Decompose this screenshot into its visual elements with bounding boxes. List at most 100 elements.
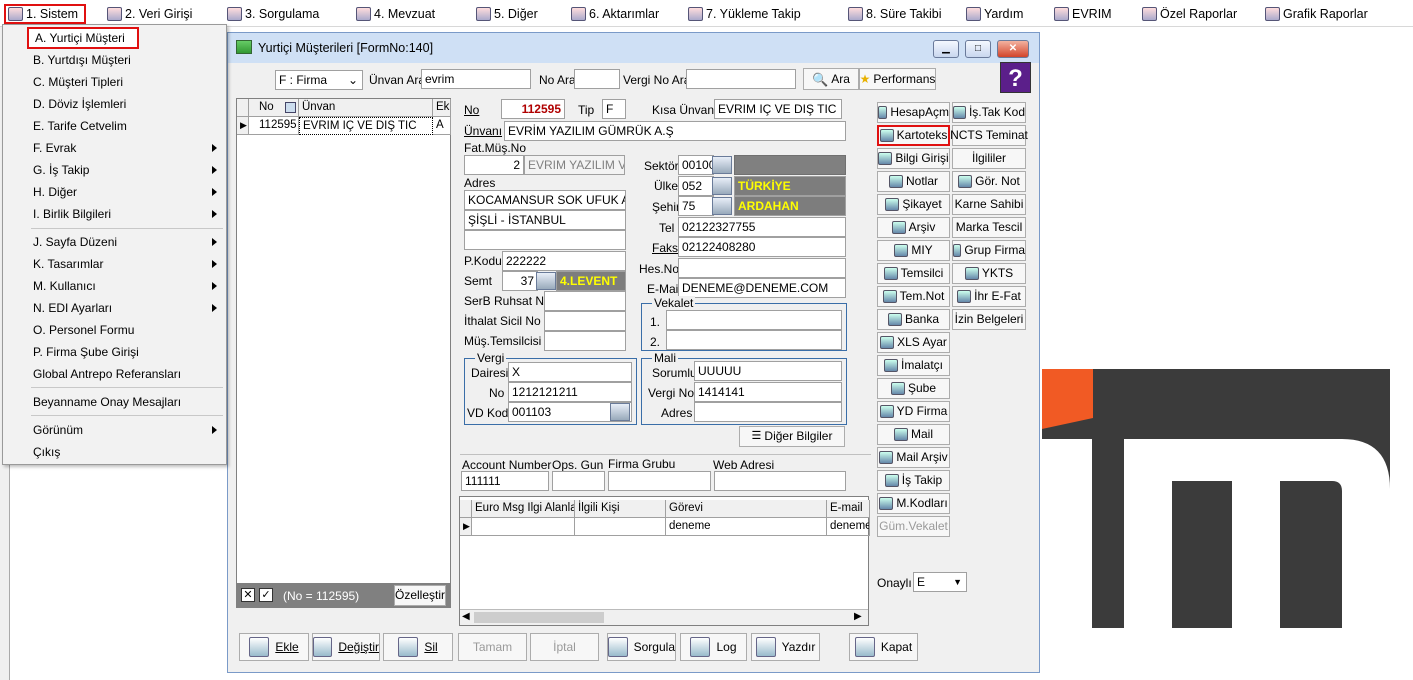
hes-no-field[interactable] — [678, 258, 846, 278]
toolbar-button-4[interactable]: İptal — [530, 633, 599, 661]
toolbar-button-2[interactable]: Sil — [383, 633, 453, 661]
tip-field[interactable]: F — [602, 99, 626, 119]
vergi-search-input[interactable] — [686, 69, 796, 89]
faks-field[interactable]: 02122408280 — [678, 237, 846, 257]
fat-mus-no-field[interactable]: 2 — [464, 155, 524, 175]
side-button-7[interactable]: Temsilci — [877, 263, 950, 284]
unvan-search-input[interactable]: evrim — [421, 69, 531, 89]
sektor-code-field[interactable]: 00100 — [678, 155, 714, 175]
menu-evrim[interactable]: EVRIM — [1054, 4, 1112, 24]
sysmenu-item-17[interactable]: Görünüm — [3, 419, 226, 441]
side-button-4[interactable]: Şikayet — [877, 194, 950, 215]
menu-transfer[interactable]: 6. Aktarımlar — [571, 4, 659, 24]
side-button-right-9[interactable]: İzin Belgeleri — [952, 309, 1026, 330]
menu-books[interactable]: 4. Mevzuat — [356, 4, 435, 24]
mus-temsilcisi-field[interactable] — [544, 331, 626, 351]
horizontal-scrollbar[interactable]: ◀ ▶ — [460, 609, 868, 625]
ops-gun-field[interactable] — [552, 471, 605, 491]
side-button-0[interactable]: HesapAçm — [877, 102, 950, 123]
sysmenu-item-5[interactable]: F. Evrak — [3, 137, 226, 159]
filter-icon[interactable] — [285, 102, 296, 113]
toolbar-button-1[interactable]: Değiştir — [312, 633, 380, 661]
sysmenu-item-14[interactable]: P. Firma Şube Girişi — [3, 341, 226, 363]
vekalet-2-field[interactable] — [666, 330, 842, 350]
unvan-field[interactable]: EVRİM YAZILIM GÜMRÜK A.Ş — [504, 121, 846, 141]
sysmenu-item-15[interactable]: Global Antrepo Referansları — [3, 363, 226, 385]
customer-no-field[interactable]: 112595 — [501, 99, 565, 119]
side-button-10[interactable]: XLS Ayar — [877, 332, 950, 353]
tel-field[interactable]: 02122327755 — [678, 217, 846, 237]
side-button-12[interactable]: Şube — [877, 378, 950, 399]
other-info-button[interactable]: ☰ Diğer Bilgiler — [739, 426, 845, 447]
scroll-left-icon[interactable]: ◀ — [462, 611, 470, 622]
menu-star[interactable]: Özel Raporlar — [1142, 4, 1237, 24]
sysmenu-item-1[interactable]: B. Yurtdışı Müşteri — [3, 49, 226, 71]
list-header-unvan[interactable]: Ünvan — [299, 99, 433, 117]
sysmenu-item-18[interactable]: Çıkış — [3, 441, 226, 463]
ulke-code-field[interactable]: 052 — [678, 176, 714, 196]
vd-kod-lookup-button[interactable] — [610, 403, 630, 421]
side-button-right-5[interactable]: Marka Tescil — [952, 217, 1026, 238]
mali-sorumlu-field[interactable]: UUUUU — [694, 361, 842, 381]
sysmenu-item-12[interactable]: N. EDI Ayarları — [3, 297, 226, 319]
side-button-9[interactable]: Banka — [877, 309, 950, 330]
posta-kodu-field[interactable]: 222222 — [502, 251, 626, 271]
side-button-2[interactable]: Bilgi Girişi — [877, 148, 950, 169]
vekalet-1-field[interactable] — [666, 310, 842, 330]
serb-ruhsat-field[interactable] — [544, 291, 626, 311]
apply-filter-checkbox[interactable]: ✓ — [259, 588, 273, 602]
semt-code-field[interactable]: 37 — [502, 271, 538, 291]
side-button-3[interactable]: Notlar — [877, 171, 950, 192]
contacts-cell[interactable]: deneme — [666, 518, 827, 536]
toolbar-button-3[interactable]: Tamam — [458, 633, 527, 661]
side-button-16[interactable]: İş Takip — [877, 470, 950, 491]
minimize-button[interactable]: ▁ — [933, 40, 959, 58]
help-button[interactable]: ? — [1000, 62, 1031, 93]
web-adresi-field[interactable] — [714, 471, 846, 491]
sektor-lookup-button[interactable] — [712, 156, 732, 174]
sysmenu-item-11[interactable]: M. Kullanıcı — [3, 275, 226, 297]
side-button-13[interactable]: YD Firma — [877, 401, 950, 422]
ithalat-sicil-field[interactable] — [544, 311, 626, 331]
ulke-lookup-button[interactable] — [712, 177, 732, 195]
contacts-cell[interactable] — [472, 518, 575, 536]
sehir-lookup-button[interactable] — [712, 197, 732, 215]
side-button-1[interactable]: Kartoteks — [877, 125, 950, 146]
menu-data-entry[interactable]: 2. Veri Girişi — [107, 4, 192, 24]
side-button-right-1[interactable]: NCTS Teminat — [950, 125, 1028, 146]
sysmenu-item-4[interactable]: E. Tarife Cetvelim — [3, 115, 226, 137]
vergi-dairesi-field[interactable]: X — [508, 362, 632, 382]
side-button-right-4[interactable]: Karne Sahibi — [952, 194, 1026, 215]
contacts-header-email[interactable]: E-mail — [827, 500, 870, 518]
mali-adres-field[interactable] — [694, 402, 842, 422]
side-button-right-0[interactable]: İş.Tak Kod — [952, 102, 1026, 123]
side-button-right-2[interactable]: İlgililer — [952, 148, 1026, 169]
search-button[interactable]: 🔍 Ara — [803, 68, 859, 90]
side-button-right-3[interactable]: Gör. Not — [952, 171, 1026, 192]
account-number-field[interactable]: 111111 — [461, 471, 549, 491]
scrollbar-thumb[interactable] — [474, 612, 604, 623]
side-button-right-7[interactable]: YKTS — [952, 263, 1026, 284]
semt-lookup-button[interactable] — [536, 272, 556, 290]
menu-system-gear[interactable]: 1. Sistem — [4, 4, 87, 24]
vergi-no-field[interactable]: 1212121211 — [508, 382, 632, 402]
email-field[interactable]: DENEME@DENEME.COM — [678, 278, 846, 298]
customize-button[interactable]: Özelleştir — [394, 585, 446, 606]
side-button-right-8[interactable]: İhr E-Fat — [952, 286, 1026, 307]
sysmenu-item-16[interactable]: Beyanname Onay Mesajları — [3, 391, 226, 413]
contacts-header-ilgili-kisi[interactable]: İlgili Kişi — [575, 500, 666, 518]
side-button-14[interactable]: Mail — [877, 424, 950, 445]
sysmenu-item-9[interactable]: J. Sayfa Düzeni — [3, 231, 226, 253]
maximize-button[interactable]: □ — [965, 40, 991, 58]
sysmenu-item-13[interactable]: O. Personel Formu — [3, 319, 226, 341]
contacts-cell[interactable] — [575, 518, 666, 536]
toolbar-button-0[interactable]: Ekle — [239, 633, 309, 661]
list-header-ekl[interactable]: Ekl — [433, 99, 451, 117]
firma-grubu-field[interactable] — [608, 471, 711, 491]
sysmenu-item-7[interactable]: H. Diğer — [3, 181, 226, 203]
onayli-select[interactable]: E ▼ — [913, 572, 967, 592]
list-cell-unvan[interactable]: EVRIM IÇ VE DIŞ TIC — [299, 117, 433, 135]
menu-tracking[interactable]: 7. Yükleme Takip — [688, 4, 801, 24]
sysmenu-item-6[interactable]: G. İş Takip — [3, 159, 226, 181]
list-cell-no[interactable]: 112595 — [249, 117, 299, 135]
